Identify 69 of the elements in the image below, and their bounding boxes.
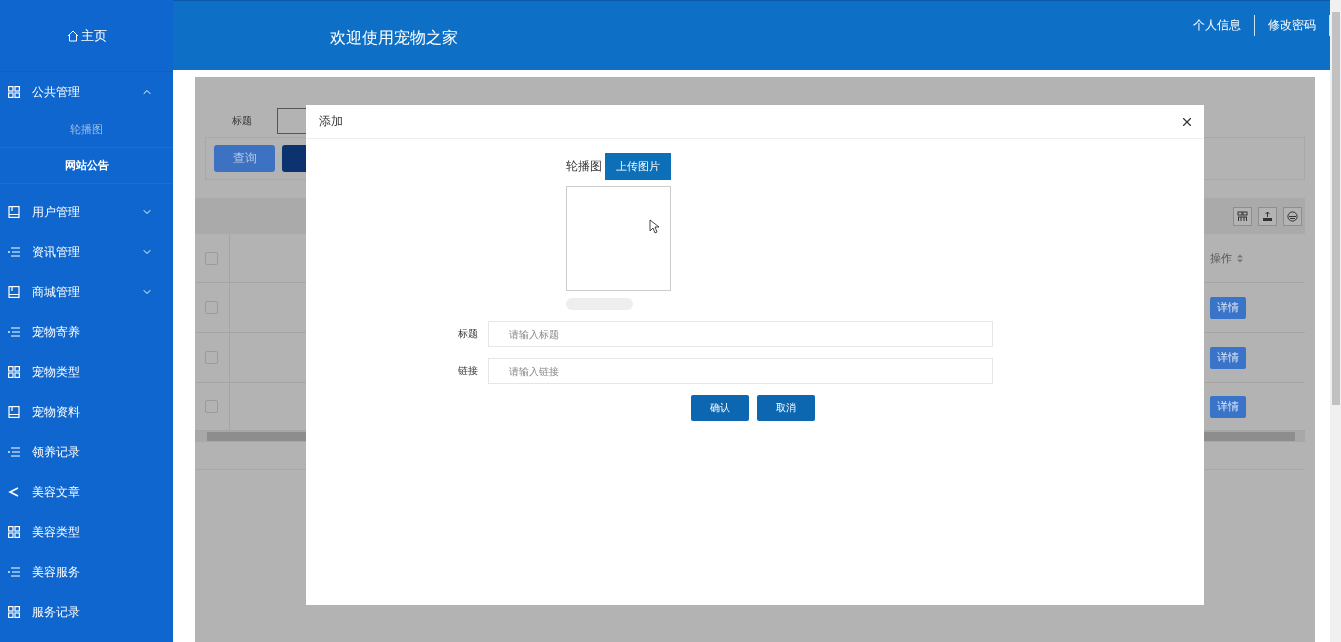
menu-item[interactable]: 商城管理: [0, 272, 173, 312]
menu-item[interactable]: 美容文章: [0, 472, 173, 512]
menu-label: 公共管理: [32, 83, 81, 101]
list-icon: [8, 565, 20, 578]
cancel-button[interactable]: 取消: [757, 395, 815, 421]
menu-item[interactable]: 公共管理: [0, 72, 173, 112]
menu-label: 宠物寄养: [32, 323, 81, 341]
menu-item[interactable]: 服务记录: [0, 592, 173, 632]
list-icon: [8, 325, 20, 338]
menu-label: 美容服务: [32, 563, 81, 581]
book-icon: [8, 205, 20, 218]
export-icon: [1262, 210, 1273, 222]
columns-icon: [1237, 210, 1248, 222]
menu-item[interactable]: 宠物寄养: [0, 312, 173, 352]
print-icon: [1287, 210, 1298, 222]
confirm-button[interactable]: 确认: [691, 395, 749, 421]
menu-label: 用户管理: [32, 203, 81, 221]
menu-label: 服务记录: [32, 603, 81, 621]
list-icon: [8, 245, 20, 258]
cursor-icon: [649, 219, 659, 234]
upload-label: 轮播图: [566, 158, 602, 175]
menu-item[interactable]: 资讯管理: [0, 232, 173, 272]
menu-label: 资讯管理: [32, 243, 81, 261]
menu-label: 美容类型: [32, 523, 81, 541]
share-icon: [8, 485, 20, 498]
input-field[interactable]: 请输入标题: [488, 321, 993, 347]
columns-button[interactable]: [1233, 206, 1252, 226]
column-header: 操作: [1210, 250, 1232, 266]
checkbox[interactable]: [205, 301, 218, 314]
field-label: 链接: [457, 364, 479, 378]
menu-item[interactable]: 美容服务: [0, 552, 173, 592]
header-link[interactable]: 个人信息: [1180, 15, 1255, 36]
scrollbar[interactable]: [1330, 0, 1341, 642]
search-label: 标题: [232, 114, 253, 128]
menu-item[interactable]: 美容类型: [0, 512, 173, 552]
book-icon: [8, 285, 20, 298]
menu-item[interactable]: 宠物资料: [0, 392, 173, 432]
grid-icon: [8, 605, 20, 618]
grid-icon: [8, 85, 20, 98]
query-button[interactable]: 查询: [214, 145, 275, 172]
submenu-item[interactable]: 网站公告: [0, 148, 173, 184]
detail-button[interactable]: 详情: [1210, 346, 1246, 369]
dialog-title: 添加: [319, 113, 343, 130]
menu-label: 美容文章: [32, 483, 81, 501]
grid-icon: [8, 365, 20, 378]
home-icon: [66, 29, 79, 42]
menu-label: 商城管理: [32, 283, 81, 301]
print-button[interactable]: [1283, 206, 1302, 226]
menu-item[interactable]: 领养记录: [0, 432, 173, 472]
menu-label: 领养记录: [32, 443, 81, 461]
list-icon: [8, 445, 20, 458]
grid-icon: [8, 525, 20, 538]
checkbox[interactable]: [205, 351, 218, 364]
detail-button[interactable]: 详情: [1210, 296, 1246, 319]
menu-item[interactable]: 宠物类型: [0, 352, 173, 392]
checkbox[interactable]: [205, 400, 218, 413]
submenu-item[interactable]: 轮播图: [0, 112, 173, 148]
upload-button[interactable]: 上传图片: [605, 153, 671, 180]
menu-label: 宠物资料: [32, 403, 81, 421]
field-label: 标题: [457, 327, 479, 341]
input-field[interactable]: 请输入链接: [488, 358, 993, 384]
menu-item[interactable]: 用户管理: [0, 192, 173, 232]
menu-label: 宠物类型: [32, 363, 81, 381]
export-button[interactable]: [1258, 206, 1277, 226]
sort-icon[interactable]: [1237, 253, 1243, 263]
book-icon: [8, 405, 20, 418]
checkbox[interactable]: [205, 251, 218, 265]
detail-button[interactable]: 详情: [1210, 395, 1246, 418]
page-title: 欢迎使用宠物之家: [330, 28, 459, 49]
